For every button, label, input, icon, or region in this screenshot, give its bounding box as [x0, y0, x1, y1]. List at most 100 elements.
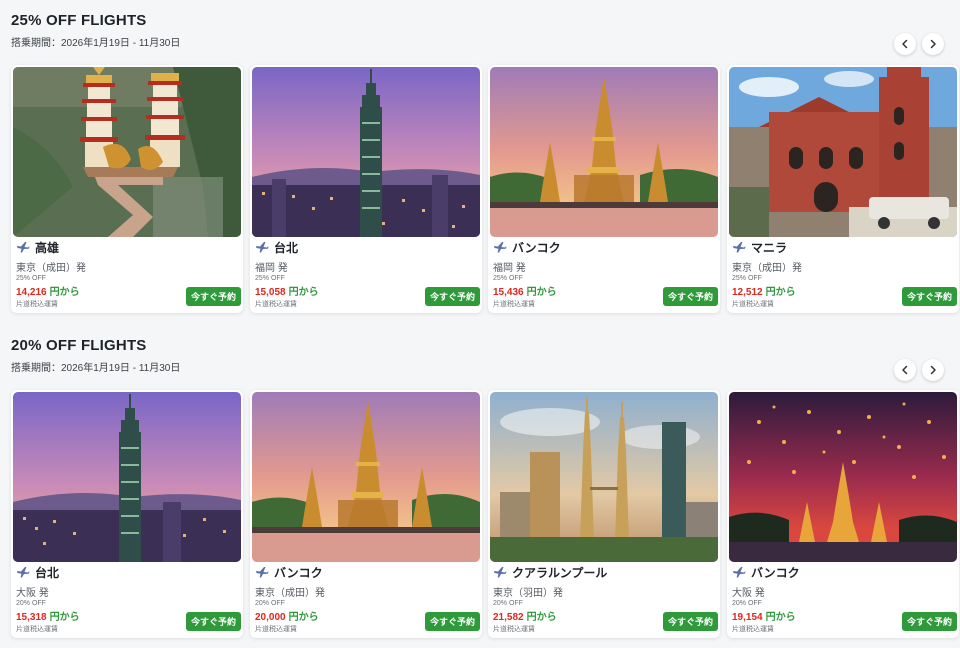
carousel-prev-button[interactable]	[894, 359, 916, 381]
book-now-button[interactable]: 今すぐ予約	[663, 287, 718, 306]
airplane-icon	[256, 242, 269, 253]
destination-photo	[490, 67, 718, 237]
price-suffix: 円から	[49, 612, 80, 623]
destination-name: 台北	[274, 240, 299, 255]
carousel-next-button[interactable]	[922, 359, 944, 381]
price-row: 15,318 円から	[16, 608, 80, 623]
price-suffix: 円から	[288, 612, 319, 623]
book-now-button[interactable]: 今すぐ予約	[425, 612, 480, 631]
discount-label: 20% OFF	[493, 600, 523, 607]
section-title: 25% OFF FLIGHTS	[11, 12, 147, 29]
destination-row: マニラ	[732, 239, 787, 255]
airplane-icon	[733, 242, 746, 253]
price-value: 15,436	[493, 287, 524, 298]
airplane-icon	[17, 567, 30, 578]
price-value: 21,582	[493, 612, 524, 623]
price-row: 15,436 円から	[493, 283, 557, 298]
promo-section-25: 25% OFF FLIGHTS 搭乗期間：2026年1月19日 - 11月30日	[0, 0, 960, 320]
carousel-prev-button[interactable]	[894, 33, 916, 55]
destination-name: バンコク	[274, 565, 323, 580]
price-value: 20,000	[255, 612, 286, 623]
origin-label: 東京（成田）発	[732, 263, 802, 274]
destination-name: 台北	[35, 565, 60, 580]
destination-name: バンコク	[512, 240, 561, 255]
section-title: 20% OFF FLIGHTS	[11, 337, 147, 354]
chevron-right-icon	[930, 39, 936, 49]
flight-deal-card[interactable]: クアラルンプール 東京（羽田）発 20% OFF 21,582 円から 片道税込運…	[488, 390, 720, 638]
destination-row: 台北	[16, 564, 59, 580]
price-value: 19,154	[732, 612, 763, 623]
fare-note: 片道税込運賃	[732, 301, 774, 308]
discount-label: 20% OFF	[16, 600, 46, 607]
discount-label: 20% OFF	[732, 600, 762, 607]
fare-note: 片道税込運賃	[16, 626, 58, 633]
airplane-icon	[17, 242, 30, 253]
airplane-icon	[494, 242, 507, 253]
flight-deal-card[interactable]: 台北 福岡 発 25% OFF 15,058 円から 片道税込運賃 今すぐ予約	[250, 65, 482, 313]
destination-photo	[13, 392, 241, 562]
destination-name: 高雄	[35, 240, 60, 255]
book-now-button[interactable]: 今すぐ予約	[186, 287, 241, 306]
price-row: 14,216 円から	[16, 283, 80, 298]
destination-row: バンコク	[732, 564, 800, 580]
book-now-button[interactable]: 今すぐ予約	[663, 612, 718, 631]
chevron-right-icon	[930, 365, 936, 375]
destination-photo	[252, 67, 480, 237]
price-value: 12,512	[732, 287, 763, 298]
travel-period: 搭乗期間：2026年1月19日 - 11月30日	[11, 363, 181, 374]
airplane-icon	[256, 567, 269, 578]
origin-label: 大阪 発	[732, 588, 765, 599]
flight-deal-card[interactable]: バンコク 福岡 発 25% OFF 15,436 円から 片道税込運賃 今すぐ予約	[488, 65, 720, 313]
price-row: 21,582 円から	[493, 608, 557, 623]
fare-note: 片道税込運賃	[493, 301, 535, 308]
price-value: 15,318	[16, 612, 47, 623]
flight-deal-card[interactable]: マニラ 東京（成田）発 25% OFF 12,512 円から 片道税込運賃 今すぐ…	[727, 65, 959, 313]
flight-deal-card[interactable]: バンコク 大阪 発 20% OFF 19,154 円から 片道税込運賃 今すぐ予約	[727, 390, 959, 638]
destination-name: マニラ	[751, 240, 788, 255]
origin-label: 福岡 発	[255, 263, 288, 274]
origin-label: 東京（成田）発	[16, 263, 86, 274]
destination-row: バンコク	[255, 564, 323, 580]
destination-name: バンコク	[751, 565, 800, 580]
price-row: 20,000 円から	[255, 608, 319, 623]
price-suffix: 円から	[765, 287, 796, 298]
flight-deal-card[interactable]: バンコク 東京（成田）発 20% OFF 20,000 円から 片道税込運賃 今す…	[250, 390, 482, 638]
destination-row: 台北	[255, 239, 298, 255]
book-now-button[interactable]: 今すぐ予約	[186, 612, 241, 631]
discount-label: 25% OFF	[493, 275, 523, 282]
fare-note: 片道税込運賃	[493, 626, 535, 633]
flight-deal-card[interactable]: 高雄 東京（成田）発 25% OFF 14,216 円から 片道税込運賃 今すぐ予…	[11, 65, 243, 313]
price-row: 19,154 円から	[732, 608, 796, 623]
chevron-left-icon	[902, 39, 908, 49]
discount-label: 25% OFF	[16, 275, 46, 282]
destination-photo	[13, 67, 241, 237]
destination-name: クアラルンプール	[512, 565, 608, 580]
book-now-button[interactable]: 今すぐ予約	[425, 287, 480, 306]
price-suffix: 円から	[49, 287, 80, 298]
airplane-icon	[494, 567, 507, 578]
origin-label: 福岡 発	[493, 263, 526, 274]
price-value: 14,216	[16, 287, 47, 298]
origin-label: 東京（羽田）発	[493, 588, 563, 599]
flight-deal-card[interactable]: 台北 大阪 発 20% OFF 15,318 円から 片道税込運賃 今すぐ予約	[11, 390, 243, 638]
carousel-next-button[interactable]	[922, 33, 944, 55]
price-suffix: 円から	[765, 612, 796, 623]
fare-note: 片道税込運賃	[255, 626, 297, 633]
fare-note: 片道税込運賃	[16, 301, 58, 308]
fare-note: 片道税込運賃	[255, 301, 297, 308]
travel-period: 搭乗期間：2026年1月19日 - 11月30日	[11, 38, 181, 49]
destination-row: クアラルンプール	[493, 564, 607, 580]
destination-photo	[252, 392, 480, 562]
destination-photo	[490, 392, 718, 562]
price-row: 12,512 円から	[732, 283, 796, 298]
destination-photo	[729, 392, 957, 562]
price-suffix: 円から	[526, 287, 557, 298]
book-now-button[interactable]: 今すぐ予約	[902, 287, 957, 306]
book-now-button[interactable]: 今すぐ予約	[902, 612, 957, 631]
destination-photo	[729, 67, 957, 237]
price-value: 15,058	[255, 287, 286, 298]
destination-row: バンコク	[493, 239, 561, 255]
origin-label: 東京（成田）発	[255, 588, 325, 599]
discount-label: 25% OFF	[732, 275, 762, 282]
destination-row: 高雄	[16, 239, 59, 255]
